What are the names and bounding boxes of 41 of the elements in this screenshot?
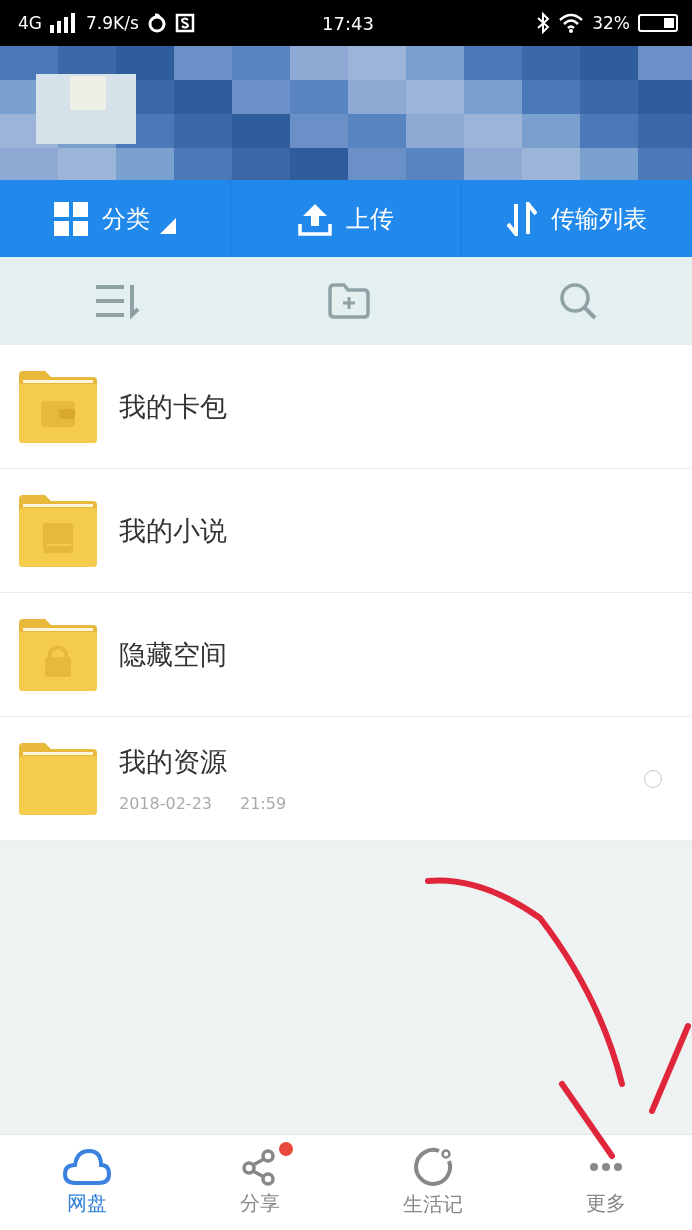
music-app-icon: [146, 13, 167, 33]
modified-time: 21:59: [240, 794, 287, 813]
folder-name: 我的卡包: [119, 389, 228, 424]
signal-icon: [50, 13, 78, 33]
network-type: 4G: [18, 13, 42, 33]
folder-name: 隐藏空间: [119, 637, 228, 672]
circle-icon: [412, 1147, 453, 1187]
search-icon[interactable]: [558, 281, 598, 321]
folder-name: 我的资源: [119, 745, 228, 779]
action-button[interactable]: 分类: [0, 180, 231, 257]
nav-tab[interactable]: 网盘: [0, 1135, 173, 1230]
folder-row[interactable]: 我的小说: [0, 469, 692, 593]
more-icon: [589, 1163, 622, 1171]
nav-tab[interactable]: 更多: [519, 1135, 692, 1230]
folder-row[interactable]: 我的卡包: [0, 345, 692, 469]
folder-row[interactable]: 我的资源 2018-02-23 21:59: [0, 717, 692, 841]
folder-icon: [19, 494, 97, 567]
battery-icon: [638, 14, 678, 32]
transfer-icon: [507, 201, 537, 236]
folder-icon: [19, 618, 97, 691]
folder-row[interactable]: 隐藏空间: [0, 593, 692, 717]
new-folder-icon[interactable]: [328, 283, 370, 319]
modified-date: 2018-02-23: [119, 794, 212, 813]
wifi-icon: [558, 13, 585, 33]
battery-percent: 32%: [592, 13, 630, 33]
action-button[interactable]: 传输列表: [462, 180, 692, 257]
upload-icon: [298, 201, 332, 236]
cloud-icon: [62, 1148, 111, 1186]
grid-icon: [54, 201, 88, 236]
app-notification-icon: [174, 13, 195, 33]
clock-time: 17:43: [322, 12, 374, 34]
folder-icon: [19, 370, 97, 443]
bluetooth-icon: [536, 12, 551, 34]
folder-icon: [19, 742, 97, 815]
folder-name: 我的小说: [119, 513, 228, 548]
action-button[interactable]: 上传: [231, 180, 462, 257]
nav-tab[interactable]: 生活记: [346, 1135, 519, 1230]
sort-icon[interactable]: [94, 283, 140, 319]
network-speed: 7.9K/s: [86, 13, 139, 33]
nav-tab[interactable]: 分享: [173, 1135, 346, 1230]
caret-icon: [160, 217, 176, 234]
